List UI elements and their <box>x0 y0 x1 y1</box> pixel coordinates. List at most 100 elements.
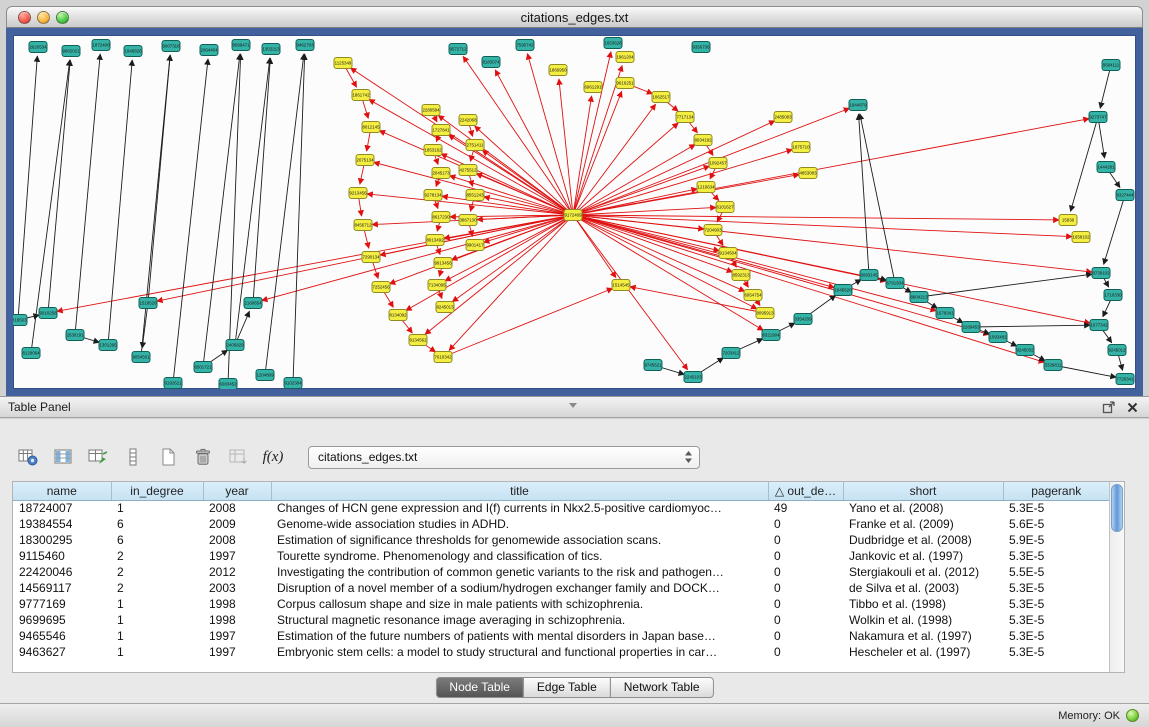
graph-node[interactable]: 9134504 <box>719 248 737 259</box>
graph-node[interactable]: 9273747 <box>1089 112 1107 123</box>
table-row[interactable]: 977716911998Corpus callosum shape and si… <box>13 596 1109 612</box>
cell-pagerank[interactable]: 5.3E-5 <box>1003 644 1109 660</box>
graph-node[interactable]: 9462703 <box>296 40 314 51</box>
graph-node[interactable]: 8321904 <box>762 330 780 341</box>
graph-node[interactable]: 9584111 <box>1102 60 1120 71</box>
table-row[interactable]: 2242004622012Investigating the contribut… <box>13 564 1109 580</box>
cell-in_degree[interactable]: 1 <box>111 644 203 660</box>
graph-node[interactable]: 9192621 <box>164 378 182 389</box>
cell-pagerank[interactable]: 5.3E-5 <box>1003 596 1109 612</box>
graph-node[interactable]: 9356736 <box>692 42 710 53</box>
graph-edge[interactable] <box>293 54 305 383</box>
graph-edge[interactable] <box>18 56 37 320</box>
tab-edge-table[interactable]: Edge Table <box>523 677 611 698</box>
cell-title[interactable]: Estimation of the future numbers of pati… <box>271 628 768 644</box>
cell-short[interactable]: Stergiakouli et al. (2012) <box>843 564 1003 580</box>
table-select-dropdown[interactable]: citations_edges.txt <box>308 446 700 469</box>
show-columns-button[interactable] <box>49 444 77 470</box>
graph-edge[interactable] <box>1098 117 1105 158</box>
graph-node[interactable]: 9327444 <box>1116 190 1134 201</box>
table-row[interactable]: 1872400712008Changes of HCN gene express… <box>13 500 1109 516</box>
cell-short[interactable]: Nakamura et al. (1997) <box>843 628 1003 644</box>
graph-node[interactable]: 1944879 <box>849 100 867 111</box>
cell-out_degree[interactable]: 0 <box>768 564 843 580</box>
memory-ok-icon[interactable] <box>1126 709 1139 722</box>
cell-out_degree[interactable]: 0 <box>768 644 843 660</box>
graph-edge[interactable] <box>406 215 573 311</box>
cell-title[interactable]: Genome-wide association studies in ADHD. <box>271 516 768 532</box>
graph-edge[interactable] <box>141 55 170 357</box>
graph-node[interactable]: 1062517 <box>652 92 670 103</box>
cell-year[interactable]: 1998 <box>203 612 271 628</box>
graph-node[interactable]: 9616251 <box>616 78 634 89</box>
graph-node[interactable]: 8245013 <box>436 302 454 313</box>
column-header-name[interactable]: name <box>13 482 111 500</box>
graph-node[interactable]: 8099471 <box>232 40 250 51</box>
table-settings-button[interactable] <box>14 444 42 470</box>
graph-node[interactable]: 2405829 <box>226 340 244 351</box>
cell-name[interactable]: 9699695 <box>13 612 111 628</box>
graph-node[interactable]: 6961291 <box>584 82 602 93</box>
cell-short[interactable]: Dudbridge et al. (2008) <box>843 532 1003 548</box>
cell-short[interactable]: Yano et al. (2008) <box>843 500 1003 516</box>
graph-node[interactable]: 2620534 <box>29 42 47 53</box>
delete-column-button[interactable] <box>189 444 217 470</box>
graph-node[interactable]: 3329811 <box>1044 360 1062 371</box>
cell-name[interactable]: 19384554 <box>13 516 111 532</box>
cell-short[interactable]: Franke et al. (2009) <box>843 516 1003 532</box>
graph-node[interactable]: 9213456 <box>349 188 367 199</box>
graph-node[interactable]: 7717134 <box>676 112 694 123</box>
graph-node[interactable]: 2242068 <box>459 115 477 126</box>
cell-year[interactable]: 2008 <box>203 532 271 548</box>
graph-edge[interactable] <box>425 215 573 334</box>
cell-pagerank[interactable]: 5.3E-5 <box>1003 628 1109 644</box>
graph-node[interactable]: 1819503 <box>13 315 27 326</box>
graph-edge[interactable] <box>573 215 1044 362</box>
graph-node[interactable]: 1210634 <box>697 182 715 193</box>
column-header-year[interactable]: year <box>203 482 271 500</box>
graph-edge[interactable] <box>1100 65 1111 108</box>
show-column-button[interactable] <box>119 444 147 470</box>
graph-node[interactable]: 1861742 <box>352 90 370 101</box>
graph-node[interactable]: 9245032 <box>1016 345 1034 356</box>
graph-edge[interactable] <box>253 58 270 303</box>
graph-edge[interactable] <box>573 215 989 335</box>
column-header-out_de[interactable]: △ out_de… <box>768 482 843 500</box>
zoom-button[interactable] <box>56 11 69 24</box>
cell-name[interactable]: 9115460 <box>13 548 111 564</box>
graph-node[interactable]: 9102384 <box>284 378 302 389</box>
graph-node[interactable]: 1853162 <box>424 145 442 156</box>
cell-short[interactable]: Jankovic et al. (1997) <box>843 548 1003 564</box>
network-canvas[interactable]: 9172409262053498820211872400194682690073… <box>6 28 1143 396</box>
graph-edge[interactable] <box>573 215 757 309</box>
graph-node[interactable]: 7252456 <box>372 282 390 293</box>
network-window-titlebar[interactable]: citations_edges.txt <box>6 6 1143 28</box>
cell-pagerank[interactable]: 5.3E-5 <box>1003 500 1109 516</box>
graph-node[interactable]: 7290134 <box>362 252 380 263</box>
graph-edge[interactable] <box>108 60 132 345</box>
graph-edge[interactable] <box>75 54 100 335</box>
graph-node[interactable]: 6501721 <box>194 362 212 373</box>
table-row[interactable]: 911546021997Tourette syndrome. Phenomeno… <box>13 548 1109 564</box>
graph-edge[interactable] <box>351 68 573 215</box>
cell-year[interactable]: 2008 <box>203 500 271 516</box>
graph-node[interactable]: 6954754 <box>744 290 762 301</box>
graph-node[interactable]: 1710330 <box>1104 290 1122 301</box>
graph-node[interactable]: 4275512 <box>459 165 477 176</box>
cell-year[interactable]: 1997 <box>203 548 271 564</box>
cell-year[interactable]: 1997 <box>203 628 271 644</box>
cell-pagerank[interactable]: 5.5E-5 <box>1003 564 1109 580</box>
graph-node[interactable]: 2280584 <box>422 105 440 116</box>
graph-node[interactable]: 7590742 <box>516 40 534 51</box>
graph-node[interactable]: 1945620 <box>834 285 852 296</box>
graph-node[interactable]: 7726341 <box>1116 374 1134 385</box>
graph-edge[interactable] <box>142 303 148 348</box>
graph-node[interactable]: 1866950 <box>549 65 567 76</box>
cell-in_degree[interactable]: 1 <box>111 628 203 644</box>
graph-node[interactable]: 9054501 <box>132 352 150 363</box>
cell-title[interactable]: Changes of HCN gene expression and I(f) … <box>271 500 768 516</box>
cell-title[interactable]: Disruption of a novel member of a sodium… <box>271 580 768 596</box>
graph-edge[interactable] <box>265 54 304 375</box>
graph-node[interactable]: 8551243 <box>466 190 484 201</box>
graph-node[interactable]: 1658102 <box>1072 232 1090 243</box>
